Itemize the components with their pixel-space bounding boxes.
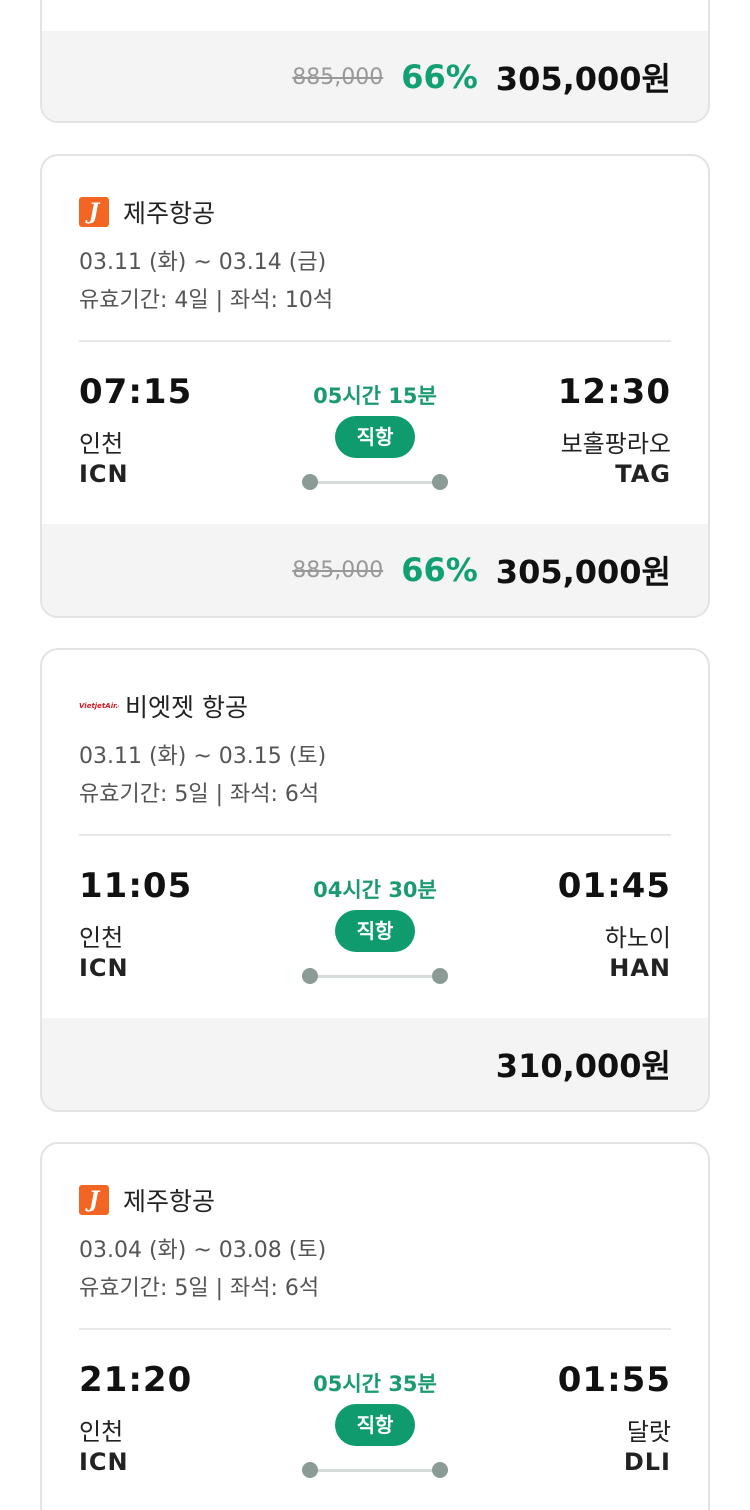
arrival-time: 01:55 (557, 1360, 671, 1400)
route-start-dot-icon (302, 474, 318, 490)
travel-dates: 03.11 (화) ~ 03.14 (금) (79, 250, 327, 275)
travel-dates: 03.04 (화) ~ 03.08 (토) (79, 1238, 327, 1263)
airline-row: VietjetAir.com 비엣젯 항공 (79, 688, 248, 724)
arrival-city: 보홀팡라오 (560, 430, 671, 458)
airline-name: 비엣젯 항공 (125, 693, 248, 722)
departure-code: ICN (79, 1448, 129, 1476)
flight-card[interactable]: J 제주항공 03.04 (화) ~ 03.08 (토) 유효기간: 5일 | … (40, 1142, 710, 1510)
discount-rate: 66% (401, 58, 478, 96)
arrival-code: DLI (623, 1448, 671, 1476)
departure-city: 인천 (79, 1418, 124, 1446)
route-end-dot-icon (432, 474, 448, 490)
direct-flight-badge: 직항 (335, 1404, 415, 1446)
departure-code: ICN (79, 460, 129, 488)
flight-card[interactable]: VietjetAir.com 비엣젯 항공 03.11 (화) ~ 03.15 … (40, 648, 710, 1112)
arrival-time: 12:30 (557, 372, 671, 412)
airline-name: 제주항공 (123, 199, 216, 228)
discount-rate: 66% (401, 551, 478, 589)
departure-city: 인천 (79, 430, 124, 458)
arrival-city: 달랏 (626, 1418, 671, 1446)
airline-name: 제주항공 (123, 1187, 216, 1216)
arrival-code: HAN (609, 954, 671, 982)
direct-flight-badge: 직항 (335, 416, 415, 458)
final-price: 305,000원 (495, 60, 671, 98)
route-line (310, 481, 440, 484)
route-line (310, 975, 440, 978)
vietjet-logo-icon: VietjetAir.com (79, 702, 119, 710)
airline-row: J 제주항공 (79, 1182, 215, 1218)
flight-card[interactable]: J 제주항공 03.11 (화) ~ 03.14 (금) 유효기간: 4일 | … (40, 154, 710, 618)
route-end-dot-icon (432, 968, 448, 984)
airline-row: J 제주항공 (79, 194, 215, 230)
direct-flight-badge: 직항 (335, 910, 415, 952)
jeju-air-logo-icon: J (79, 1185, 109, 1215)
divider (79, 1328, 671, 1330)
jeju-air-logo-icon: J (79, 197, 109, 227)
route-start-dot-icon (302, 1462, 318, 1478)
route-start-dot-icon (302, 968, 318, 984)
route-end-dot-icon (432, 1462, 448, 1478)
price-bar: 310,000원 (42, 1018, 708, 1110)
final-price: 310,000원 (495, 1047, 671, 1085)
departure-code: ICN (79, 954, 129, 982)
route-line (310, 1469, 440, 1472)
arrival-code: TAG (615, 460, 671, 488)
departure-city: 인천 (79, 924, 124, 952)
travel-dates: 03.11 (화) ~ 03.15 (토) (79, 744, 327, 769)
divider (79, 340, 671, 342)
price-bar: 885,000 66% 305,000원 (42, 31, 708, 121)
flight-card[interactable]: 885,000 66% 305,000원 (40, 0, 710, 123)
arrival-time: 01:45 (557, 866, 671, 906)
divider (79, 834, 671, 836)
validity-seats: 유효기간: 4일 | 좌석: 10석 (79, 288, 334, 313)
validity-seats: 유효기간: 5일 | 좌석: 6석 (79, 782, 320, 807)
validity-seats: 유효기간: 5일 | 좌석: 6석 (79, 1276, 320, 1301)
price-bar: 885,000 66% 305,000원 (42, 524, 708, 616)
arrival-city: 하노이 (604, 924, 671, 952)
original-price: 885,000 (292, 64, 384, 90)
original-price: 885,000 (292, 557, 384, 583)
final-price: 305,000원 (495, 553, 671, 591)
